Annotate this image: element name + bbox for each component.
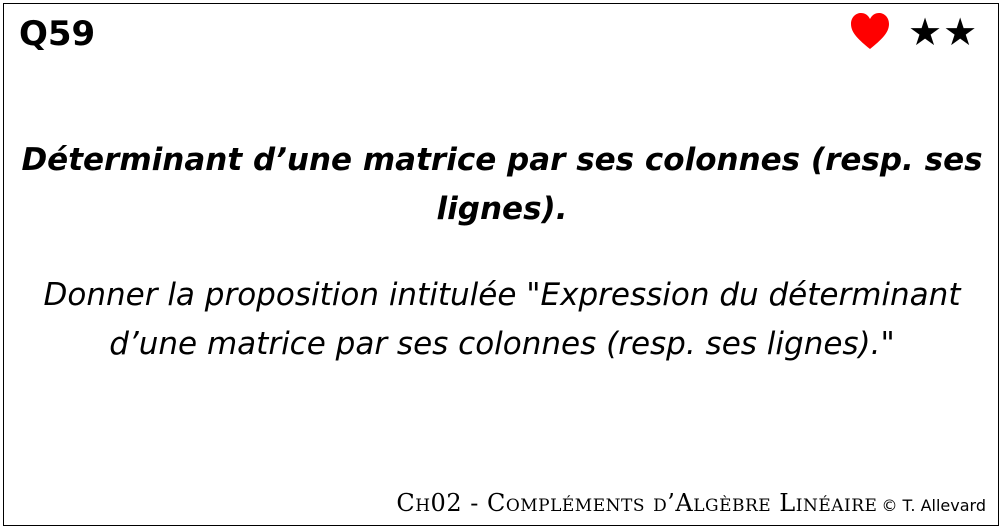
question-id: Q59	[19, 14, 96, 54]
difficulty-stars: ★★	[908, 10, 979, 54]
card-title: Déterminant d’une matrice par ses colonn…	[21, 142, 983, 227]
card-footer: Ch02 - Compléments d’Algèbre Linéaire © T…	[396, 488, 986, 521]
card-prompt: Donner la proposition intitulée "Express…	[43, 277, 961, 362]
copyright-label: © T. Allevard	[881, 496, 986, 515]
heart-icon	[851, 13, 889, 49]
chapter-label: Ch02 - Compléments d’Algèbre Linéaire	[396, 489, 878, 517]
flashcard: Q59 ★★ Déterminant d’une matrice par ses…	[3, 3, 999, 526]
